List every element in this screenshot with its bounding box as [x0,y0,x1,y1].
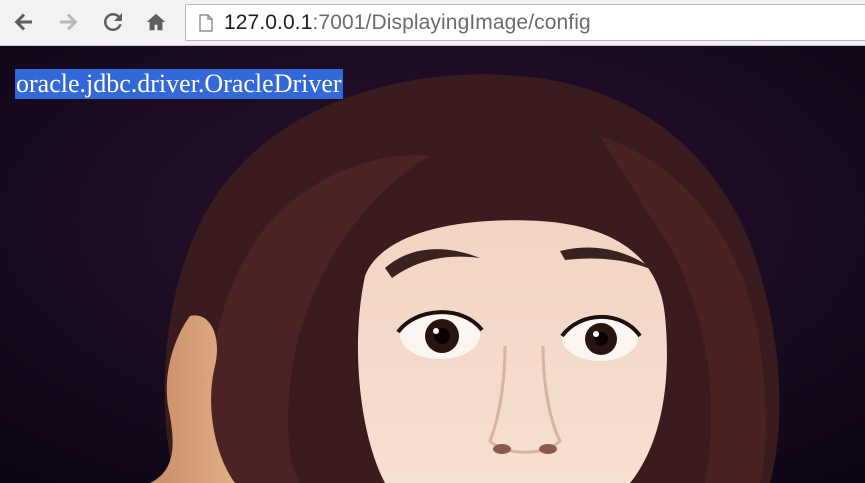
url-path: :7001/DisplayingImage/config [312,11,591,34]
portrait-photo [0,46,865,483]
reload-button[interactable] [99,8,127,36]
address-bar[interactable]: 127.0.0.1:7001/DisplayingImage/config [185,4,865,41]
url-host: 127.0.0.1 [224,11,313,34]
back-button[interactable] [10,8,38,36]
reload-icon [103,12,122,32]
home-icon [146,13,166,31]
home-button[interactable] [142,8,170,36]
url-text[interactable]: 127.0.0.1:7001/DisplayingImage/config [224,11,591,35]
browser-toolbar: 127.0.0.1:7001/DisplayingImage/config [0,0,865,46]
page-icon [199,14,213,32]
back-arrow-icon [14,13,32,31]
forward-button[interactable] [54,8,82,36]
forward-arrow-icon [60,13,78,31]
browser-window: 127.0.0.1:7001/DisplayingImage/config or… [0,0,865,483]
driver-class-text: oracle.jdbc.driver.OracleDriver [15,69,343,99]
page-viewport: oracle.jdbc.driver.OracleDriver [0,46,865,483]
